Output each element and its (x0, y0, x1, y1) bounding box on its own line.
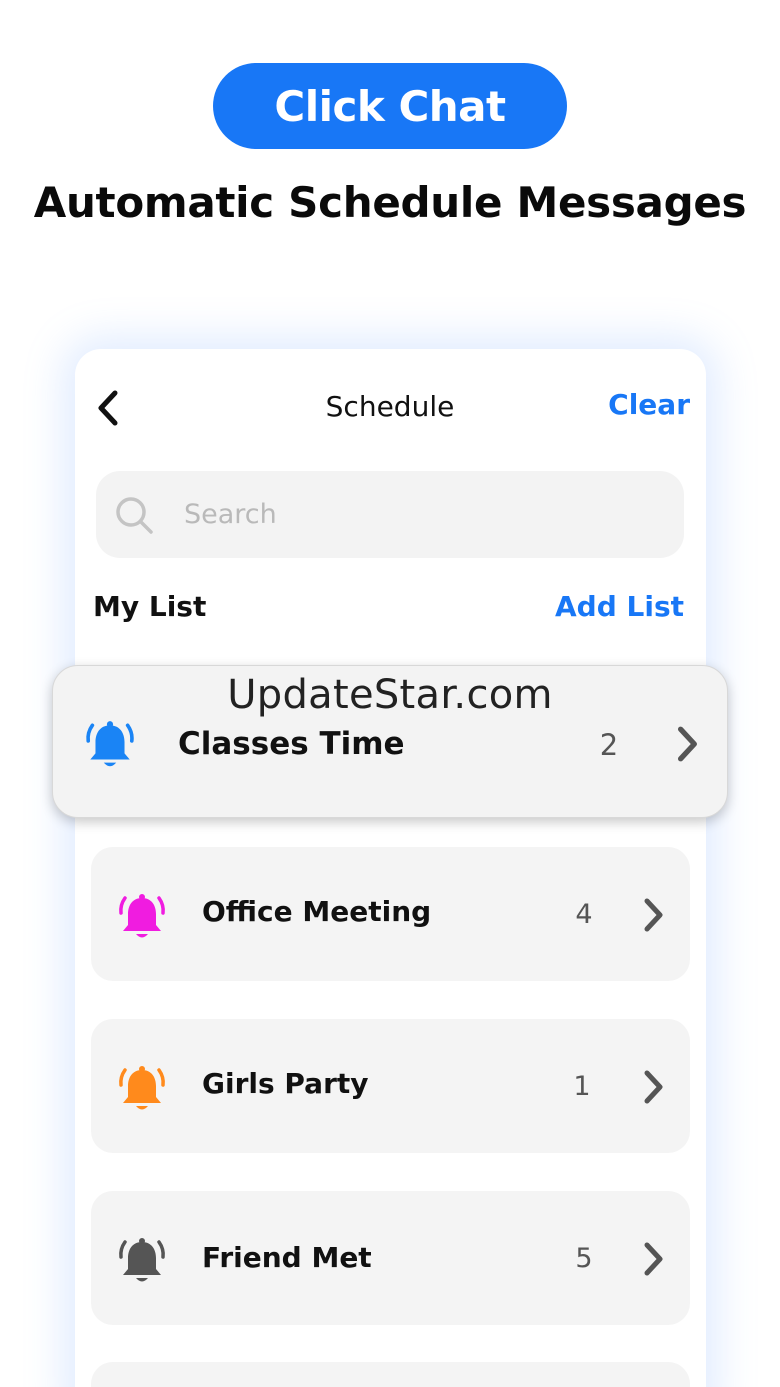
list-item-label: Girls Party (202, 1067, 369, 1100)
list-item-count: 4 (575, 899, 593, 930)
promo-headline: Automatic Schedule Messages (33, 178, 747, 227)
list-item-girls-party[interactable]: Girls Party 1 (91, 1019, 690, 1153)
list-item-count: 2 (599, 728, 619, 762)
list-item-friend-met[interactable]: Friend Met 5 (91, 1191, 690, 1325)
my-list-heading: My List (93, 590, 207, 623)
list-item-count: 1 (573, 1071, 591, 1102)
bell-icon (119, 1238, 165, 1282)
add-list-button[interactable]: Add List (540, 590, 684, 623)
clear-button[interactable]: Clear (600, 388, 690, 421)
list-item[interactable] (91, 1362, 690, 1387)
chevron-right-icon (677, 726, 697, 762)
list-item-label: Classes Time (178, 726, 405, 762)
search-input[interactable] (184, 471, 664, 558)
back-button[interactable] (92, 388, 122, 428)
list-item-label: Friend Met (202, 1241, 372, 1274)
watermark: UpdateStar.com (227, 672, 553, 718)
chevron-left-icon (98, 390, 118, 426)
chevron-right-icon (644, 1242, 663, 1276)
app-name-badge: Click Chat (213, 63, 567, 149)
list-item-office-meeting[interactable]: Office Meeting 4 (91, 847, 690, 981)
search-icon (116, 497, 153, 534)
list-item-label: Office Meeting (202, 895, 432, 928)
bell-icon (119, 1066, 165, 1110)
bell-icon (119, 894, 165, 938)
chevron-right-icon (644, 898, 663, 932)
chevron-right-icon (644, 1070, 663, 1104)
screen-title: Schedule (325, 390, 455, 423)
list-item-count: 5 (575, 1243, 593, 1274)
search-bar[interactable] (96, 471, 684, 558)
bell-icon (86, 721, 134, 767)
